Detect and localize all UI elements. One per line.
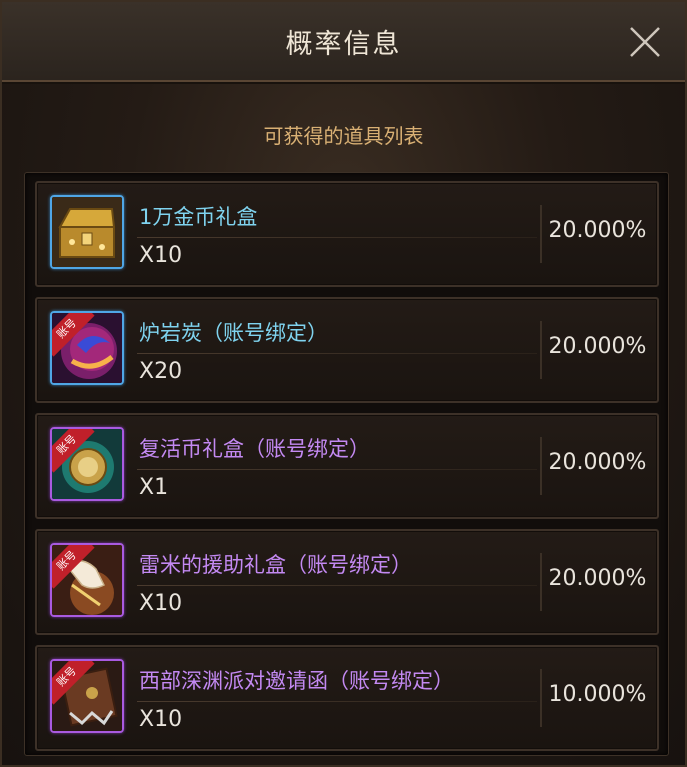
divider xyxy=(540,321,542,379)
item-name: 炉岩炭（账号绑定） xyxy=(139,321,328,345)
dialog-titlebar: 概率信息 xyxy=(2,2,685,82)
item-quantity: X10 xyxy=(139,707,183,732)
divider xyxy=(540,553,542,611)
invitation-icon: 账号 xyxy=(50,659,124,733)
item-list[interactable]: 1万金币礼盒 X10 20.000% 账号 炉岩炭（账号绑定） X20 20.0… xyxy=(24,172,669,756)
list-item: 账号 炉岩炭（账号绑定） X20 20.000% xyxy=(35,297,659,403)
divider xyxy=(137,237,537,238)
divider xyxy=(137,353,537,354)
divider xyxy=(137,701,537,702)
glove-box-icon: 账号 xyxy=(50,543,124,617)
item-rate: 10.000% xyxy=(548,682,647,707)
list-item: 账号 西部深渊派对邀请函（账号绑定） X10 10.000% xyxy=(35,645,659,751)
divider xyxy=(137,585,537,586)
item-name: 复活币礼盒（账号绑定） xyxy=(139,437,370,461)
item-name: 雷米的援助礼盒（账号绑定） xyxy=(139,553,412,577)
list-item: 1万金币礼盒 X10 20.000% xyxy=(35,181,659,287)
divider xyxy=(540,437,542,495)
item-rate: 20.000% xyxy=(548,566,647,591)
revive-coin-icon: 账号 xyxy=(50,427,124,501)
item-rate: 20.000% xyxy=(548,450,647,475)
list-item: 账号 复活币礼盒（账号绑定） X1 20.000% xyxy=(35,413,659,519)
gold-chest-icon xyxy=(50,195,124,269)
item-quantity: X10 xyxy=(139,591,183,616)
list-item: 账号 雷米的援助礼盒（账号绑定） X10 20.000% xyxy=(35,529,659,635)
divider xyxy=(137,469,537,470)
divider xyxy=(540,205,542,263)
list-subtitle: 可获得的道具列表 xyxy=(263,124,424,148)
item-rate: 20.000% xyxy=(548,218,647,243)
lava-orb-icon: 账号 xyxy=(50,311,124,385)
item-quantity: X10 xyxy=(139,243,183,268)
close-icon[interactable] xyxy=(627,24,663,60)
probability-dialog: 概率信息 可获得的道具列表 1万金币礼盒 X10 20.000% 账号 炉岩炭（… xyxy=(0,0,687,767)
item-quantity: X20 xyxy=(139,359,183,384)
dialog-title: 概率信息 xyxy=(285,29,402,60)
item-name: 1万金币礼盒 xyxy=(139,205,258,229)
divider xyxy=(540,669,542,727)
item-quantity: X1 xyxy=(139,475,169,500)
item-name: 西部深渊派对邀请函（账号绑定） xyxy=(139,669,454,693)
item-rate: 20.000% xyxy=(548,334,647,359)
